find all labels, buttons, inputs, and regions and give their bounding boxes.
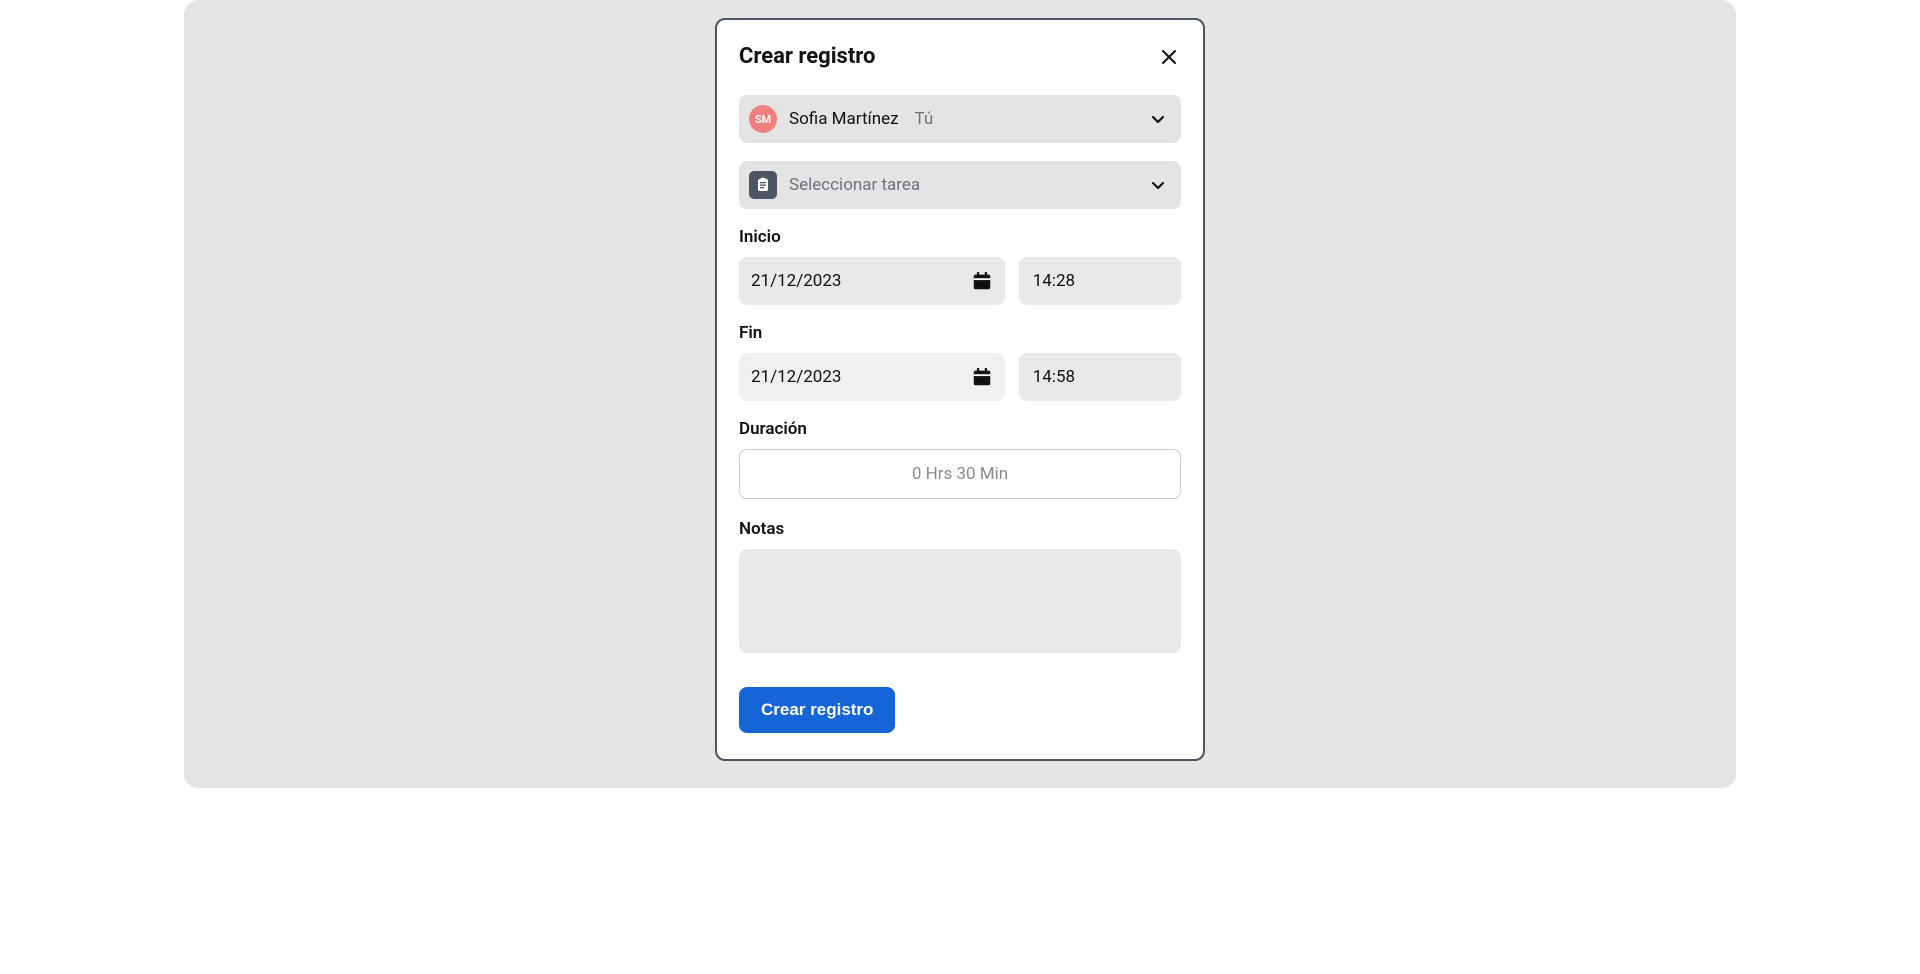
modal-title: Crear registro bbox=[739, 44, 875, 69]
app-background: Crear registro SM Sofia Martínez Tú Sele… bbox=[184, 0, 1736, 788]
clipboard-icon bbox=[749, 171, 777, 199]
task-placeholder: Seleccionar tarea bbox=[789, 175, 920, 195]
task-select[interactable]: Seleccionar tarea bbox=[739, 161, 1181, 209]
end-date-value: 21/12/2023 bbox=[751, 367, 961, 387]
avatar: SM bbox=[749, 105, 777, 133]
end-time-input[interactable]: 14:58 bbox=[1019, 353, 1181, 401]
chevron-down-icon bbox=[1149, 110, 1167, 128]
notes-textarea[interactable] bbox=[739, 549, 1181, 653]
calendar-icon bbox=[971, 270, 993, 292]
end-row: 21/12/2023 14:58 bbox=[739, 353, 1181, 401]
create-record-button[interactable]: Crear registro bbox=[739, 687, 895, 733]
end-label: Fin bbox=[739, 323, 1181, 343]
end-time-value: 14:58 bbox=[1033, 367, 1075, 387]
duration-value: 0 Hrs 30 Min bbox=[912, 464, 1008, 484]
start-time-input[interactable]: 14:28 bbox=[1019, 257, 1181, 305]
duration-label: Duración bbox=[739, 419, 1181, 439]
end-date-input[interactable]: 21/12/2023 bbox=[739, 353, 1005, 401]
start-time-value: 14:28 bbox=[1033, 271, 1075, 291]
user-you-label: Tú bbox=[915, 109, 934, 129]
create-record-modal: Crear registro SM Sofia Martínez Tú Sele… bbox=[715, 18, 1205, 761]
chevron-down-icon bbox=[1149, 176, 1167, 194]
duration-input[interactable]: 0 Hrs 30 Min bbox=[739, 449, 1181, 499]
calendar-icon bbox=[971, 366, 993, 388]
start-label: Inicio bbox=[739, 227, 1181, 247]
close-button[interactable] bbox=[1157, 45, 1181, 69]
user-name: Sofia Martínez bbox=[789, 109, 899, 129]
user-select[interactable]: SM Sofia Martínez Tú bbox=[739, 95, 1181, 143]
close-icon bbox=[1161, 49, 1177, 65]
start-date-value: 21/12/2023 bbox=[751, 271, 961, 291]
start-row: 21/12/2023 14:28 bbox=[739, 257, 1181, 305]
notes-label: Notas bbox=[739, 519, 1181, 539]
modal-header: Crear registro bbox=[739, 44, 1181, 69]
start-date-input[interactable]: 21/12/2023 bbox=[739, 257, 1005, 305]
